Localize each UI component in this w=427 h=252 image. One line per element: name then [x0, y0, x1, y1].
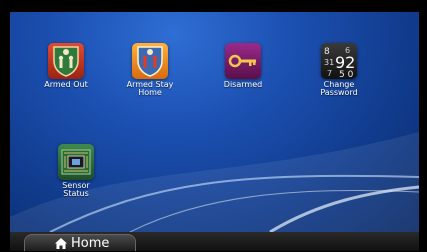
tile-disarmed[interactable]: Disarmed	[203, 43, 283, 89]
tile-change-password[interactable]: 8 6 31 92 7 5 0 Change Password	[299, 43, 379, 97]
tile-armed-stay-home[interactable]: Armed Stay Home	[110, 43, 190, 97]
svg-text:7: 7	[327, 69, 332, 78]
tile-label: Armed Stay Home	[126, 80, 174, 97]
disarmed-key-icon	[225, 43, 261, 79]
armed-stay-home-icon	[132, 43, 168, 79]
tile-label: Disarmed	[223, 80, 263, 89]
tile-label: Armed Out	[44, 80, 88, 89]
home-icon	[55, 238, 67, 249]
home-label: Home	[71, 236, 110, 251]
tile-armed-out[interactable]: Armed Out	[26, 43, 106, 89]
home-tab-button[interactable]: Home	[24, 234, 136, 251]
tile-label: Sensor Status	[62, 181, 90, 198]
touchscreen-display: Armed Out Armed Stay Home Disarmed 8 6 3…	[0, 0, 427, 251]
svg-text:5 0: 5 0	[339, 70, 354, 79]
svg-text:31: 31	[324, 58, 334, 67]
change-password-icon: 8 6 31 92 7 5 0	[321, 43, 357, 80]
tile-sensor-status[interactable]: Sensor Status	[36, 144, 116, 198]
tile-label: Change Password	[320, 80, 358, 97]
home-screen-panel: Armed Out Armed Stay Home Disarmed 8 6 3…	[10, 12, 419, 232]
armed-out-icon	[48, 43, 84, 79]
sensor-status-icon	[58, 144, 94, 180]
svg-text:8: 8	[324, 47, 330, 57]
